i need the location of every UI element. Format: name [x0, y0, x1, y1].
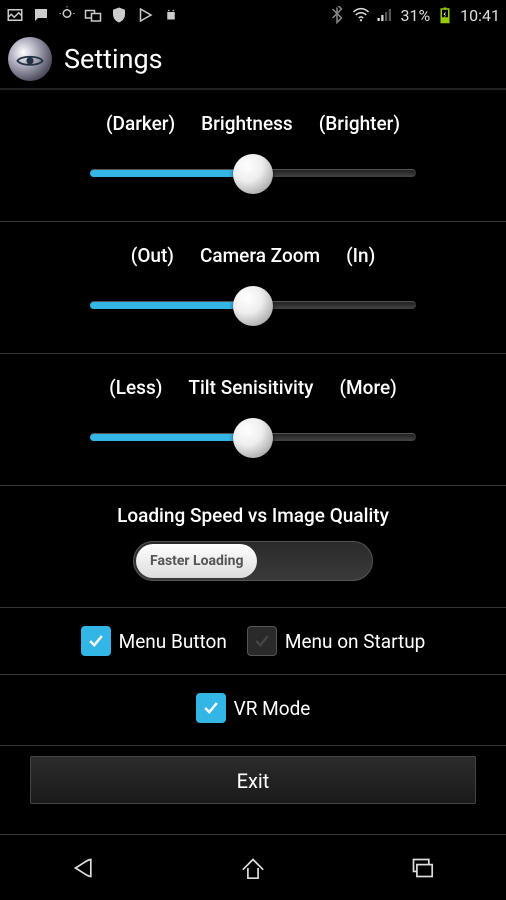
wifi-icon	[352, 6, 370, 24]
brightness-min-label: (Darker)	[106, 112, 175, 135]
brightness-slider[interactable]	[30, 153, 476, 193]
zoom-slider[interactable]	[30, 285, 476, 325]
playstore-icon	[136, 6, 154, 24]
exit-button[interactable]: Exit	[30, 756, 476, 804]
menu-checks-row: Menu Button Menu on Startup	[0, 608, 506, 675]
brightness-label: Brightness	[201, 112, 293, 135]
chat-icon	[32, 6, 50, 24]
check-icon	[201, 698, 221, 718]
quality-toggle[interactable]: Faster Loading	[133, 541, 373, 581]
settings-body: (Darker) Brightness (Brighter) (Out) Cam…	[0, 90, 506, 835]
vr-mode-checkbox[interactable]	[196, 693, 226, 723]
zoom-row: (Out) Camera Zoom (In)	[0, 222, 506, 354]
menu-button-check-item[interactable]: Menu Button	[81, 626, 227, 656]
shield-icon	[110, 6, 128, 24]
quality-toggle-knob: Faster Loading	[136, 544, 257, 578]
signal-icon	[376, 6, 394, 24]
tilt-min-label: (Less)	[109, 376, 162, 399]
menu-startup-checkbox[interactable]	[247, 626, 277, 656]
tilt-max-label: (More)	[339, 376, 396, 399]
menu-button-checkbox[interactable]	[81, 626, 111, 656]
check-icon	[86, 631, 106, 651]
brightness-row: (Darker) Brightness (Brighter)	[0, 90, 506, 222]
check-icon	[252, 631, 272, 651]
menu-button-label: Menu Button	[119, 630, 227, 653]
zoom-min-label: (Out)	[131, 244, 174, 267]
exit-row: Exit	[0, 746, 506, 835]
status-bar: 31% 10:41	[0, 0, 506, 30]
menu-startup-label: Menu on Startup	[285, 630, 425, 653]
menu-startup-check-item[interactable]: Menu on Startup	[247, 626, 425, 656]
quality-toggle-row: Loading Speed vs Image Quality Faster Lo…	[0, 486, 506, 608]
zoom-labels: (Out) Camera Zoom (In)	[30, 244, 476, 267]
nav-bar	[0, 836, 506, 900]
zoom-max-label: (In)	[346, 244, 375, 267]
app-header: Settings	[0, 30, 506, 90]
tilt-label: Tilt Senisitivity	[188, 376, 313, 399]
back-button[interactable]	[64, 848, 104, 888]
brightness-labels: (Darker) Brightness (Brighter)	[30, 112, 476, 135]
status-left-icons	[6, 6, 180, 24]
battery-percent: 31%	[400, 6, 430, 25]
tilt-labels: (Less) Tilt Senisitivity (More)	[30, 376, 476, 399]
tilt-slider[interactable]	[30, 417, 476, 457]
screens-icon	[84, 6, 102, 24]
recent-apps-button[interactable]	[402, 848, 442, 888]
clock: 10:41	[460, 6, 500, 25]
zoom-label: Camera Zoom	[200, 244, 320, 267]
battery-icon	[436, 6, 454, 24]
bulb-icon	[58, 6, 76, 24]
quality-toggle-title: Loading Speed vs Image Quality	[30, 504, 476, 527]
app-icon	[8, 37, 52, 81]
page-title: Settings	[64, 43, 163, 75]
brightness-max-label: (Brighter)	[319, 112, 400, 135]
android-icon	[162, 6, 180, 24]
vr-mode-label: VR Mode	[234, 697, 311, 720]
home-button[interactable]	[233, 848, 273, 888]
bluetooth-icon	[328, 6, 346, 24]
vr-mode-row[interactable]: VR Mode	[0, 675, 506, 746]
picture-icon	[6, 6, 24, 24]
tilt-row: (Less) Tilt Senisitivity (More)	[0, 354, 506, 486]
status-right: 31% 10:41	[328, 6, 500, 25]
